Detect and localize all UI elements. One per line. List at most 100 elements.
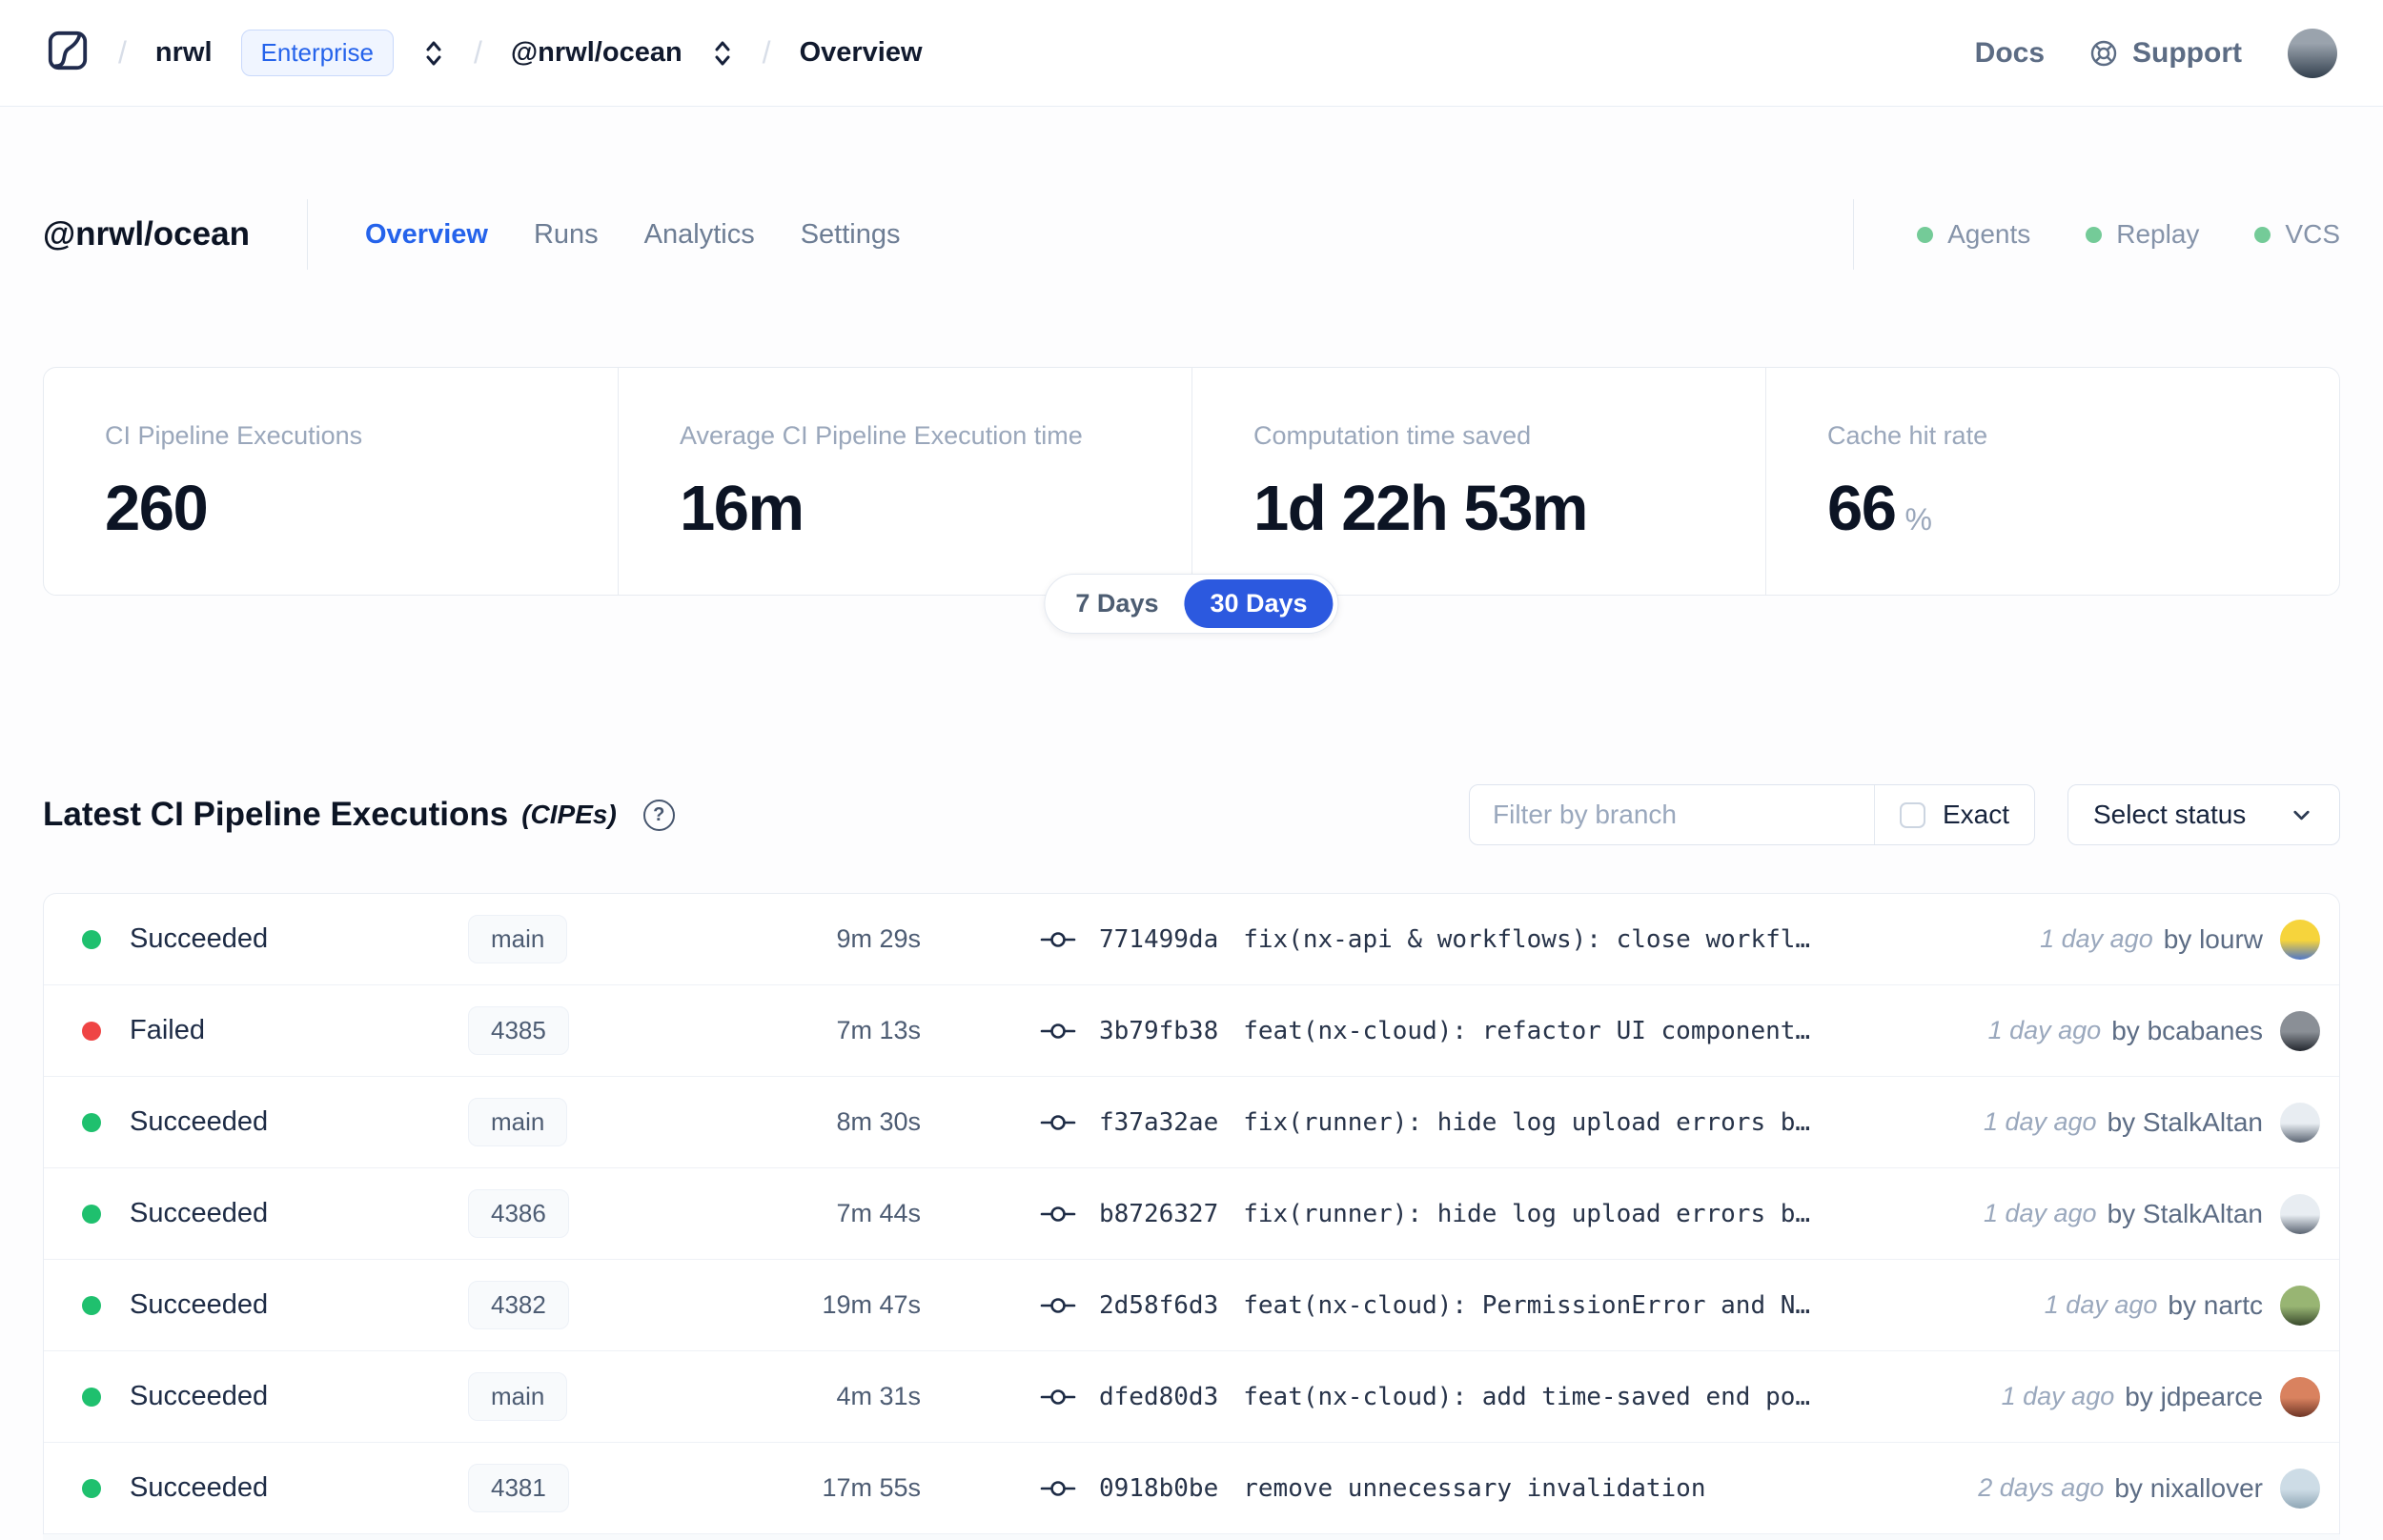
author: by StalkAltan xyxy=(2107,1106,2263,1137)
percent-unit: % xyxy=(1904,502,1932,537)
cipe-row[interactable]: Succeeded main 9m 29s 771499da fix(nx-ap… xyxy=(44,894,2339,985)
cipe-row[interactable]: Failed 4385 7m 13s 3b79fb38 feat(nx-clou… xyxy=(44,985,2339,1077)
user-avatar[interactable] xyxy=(2288,28,2337,78)
cipe-duration: 9m 29s xyxy=(836,924,921,953)
workspace-switcher-button[interactable] xyxy=(711,39,734,68)
author: by StalkAltan xyxy=(2107,1198,2263,1228)
git-commit-icon xyxy=(1040,1388,1076,1405)
status-select[interactable]: Select status xyxy=(2067,784,2340,845)
cipe-commit-cell: 2d58f6d3 feat(nx-cloud): PermissionError… xyxy=(1040,1291,1810,1320)
commit-message: remove unnecessary invalidation xyxy=(1243,1473,1706,1503)
support-link[interactable]: Support xyxy=(2088,37,2242,70)
commit-hash[interactable]: 771499da xyxy=(1099,925,1218,954)
cipe-commit-cell: dfed80d3 feat(nx-cloud): add time-saved … xyxy=(1040,1383,1810,1411)
period-30-days[interactable]: 30 Days xyxy=(1184,579,1334,628)
period-toggle: 7 Days 30 Days xyxy=(1044,574,1339,634)
cipe-duration: 7m 44s xyxy=(836,1199,921,1227)
cipe-row[interactable]: Succeeded 4381 17m 55s 0918b0be remove u… xyxy=(44,1443,2339,1534)
branch-badge[interactable]: main xyxy=(468,1372,568,1421)
author-avatar[interactable] xyxy=(2280,1285,2320,1326)
table-next-row-partial xyxy=(43,1534,2340,1540)
cipe-branch-cell: main xyxy=(468,1372,735,1421)
cipe-duration: 17m 55s xyxy=(822,1473,921,1502)
branch-badge[interactable]: 4381 xyxy=(468,1464,569,1512)
author: by bcabanes xyxy=(2111,1015,2263,1045)
author-avatar[interactable] xyxy=(2280,1376,2320,1417)
breadcrumb-workspace[interactable]: @nrwl/ocean xyxy=(511,37,682,69)
cipe-row[interactable]: Succeeded main 8m 30s f37a32ae fix(runne… xyxy=(44,1077,2339,1168)
help-circle-icon[interactable]: ? xyxy=(642,799,675,831)
status-dot xyxy=(82,929,101,949)
time-ago: 2 days ago xyxy=(1978,1473,2105,1502)
cipe-branch-cell: 4386 xyxy=(468,1189,735,1238)
time-ago: 1 day ago xyxy=(2044,1290,2158,1319)
cipe-row[interactable]: Succeeded 4386 7m 44s b8726327 fix(runne… xyxy=(44,1168,2339,1260)
cipe-meta-cell: 1 day ago by StalkAltan xyxy=(1984,1102,2339,1143)
branch-badge[interactable]: main xyxy=(468,915,568,963)
commit-hash[interactable]: 2d58f6d3 xyxy=(1099,1291,1218,1320)
git-commit-icon xyxy=(1040,1206,1076,1222)
cipe-row[interactable]: Succeeded 4382 19m 47s 2d58f6d3 feat(nx-… xyxy=(44,1260,2339,1351)
time-ago: 1 day ago xyxy=(2001,1382,2115,1410)
stat-cache-hit-rate: Cache hit rate 66% xyxy=(1765,368,2339,595)
author-avatar[interactable] xyxy=(2280,1193,2320,1234)
enterprise-badge: Enterprise xyxy=(240,30,395,76)
commit-hash[interactable]: dfed80d3 xyxy=(1099,1383,1218,1411)
breadcrumb-org[interactable]: nrwl xyxy=(155,37,213,69)
status-dot xyxy=(82,1204,101,1224)
stat-ci-pipeline-executions: CI Pipeline Executions 260 xyxy=(105,421,363,544)
author: by lourw xyxy=(2163,923,2263,954)
navbar-actions: Docs Support xyxy=(1975,28,2337,78)
unfold-icon xyxy=(715,41,730,65)
workspace-header: @nrwl/ocean Overview Runs Analytics Sett… xyxy=(43,191,2340,278)
commit-message: fix(nx-api & workflows): close workfl… xyxy=(1243,924,1811,954)
exact-checkbox[interactable] xyxy=(1899,801,1925,828)
tab-analytics[interactable]: Analytics xyxy=(644,219,755,251)
commit-hash[interactable]: f37a32ae xyxy=(1099,1108,1218,1137)
breadcrumb-page: Overview xyxy=(799,37,923,68)
org-switcher-button[interactable] xyxy=(422,39,445,68)
cipe-meta-cell: 1 day ago by nartc xyxy=(2044,1285,2339,1326)
cipe-status-cell: Failed xyxy=(44,1015,468,1046)
commit-message: fix(runner): hide log upload errors b… xyxy=(1243,1199,1811,1228)
branch-badge[interactable]: main xyxy=(468,1098,568,1146)
tab-overview[interactable]: Overview xyxy=(365,219,488,251)
cipe-duration: 8m 30s xyxy=(836,1107,921,1136)
commit-hash[interactable]: 0918b0be xyxy=(1099,1474,1218,1503)
cipe-status-cell: Succeeded xyxy=(44,1381,468,1412)
cipe-meta-cell: 1 day ago by lourw xyxy=(2040,919,2339,960)
git-commit-icon xyxy=(1040,1114,1076,1130)
git-commit-icon xyxy=(1040,931,1076,947)
tab-runs[interactable]: Runs xyxy=(534,219,599,251)
commit-hash[interactable]: 3b79fb38 xyxy=(1099,1017,1218,1045)
git-commit-icon xyxy=(1040,1480,1076,1496)
author-avatar[interactable] xyxy=(2280,919,2320,960)
tab-settings[interactable]: Settings xyxy=(801,219,901,251)
commit-hash[interactable]: b8726327 xyxy=(1099,1200,1218,1228)
author-avatar[interactable] xyxy=(2280,1102,2320,1143)
cipe-row[interactable]: Succeeded main 4m 31s dfed80d3 feat(nx-c… xyxy=(44,1351,2339,1443)
nx-cloud-logo[interactable] xyxy=(46,29,90,77)
period-7-days[interactable]: 7 Days xyxy=(1049,579,1184,628)
time-ago: 1 day ago xyxy=(1987,1016,2102,1044)
author: by nixallover xyxy=(2114,1472,2263,1503)
cipe-meta-cell: 1 day ago by bcabanes xyxy=(1987,1010,2339,1051)
branch-badge[interactable]: 4385 xyxy=(468,1006,569,1055)
commit-message: feat(nx-cloud): PermissionError and N… xyxy=(1243,1290,1811,1320)
cipe-branch-cell: main xyxy=(468,1098,735,1146)
status-vcs: VCS xyxy=(2254,219,2340,250)
author-avatar[interactable] xyxy=(2280,1010,2320,1051)
cipe-commit-cell: 771499da fix(nx-api & workflows): close … xyxy=(1040,925,1810,954)
breadcrumb-separator: / xyxy=(762,35,771,70)
exact-match-toggle[interactable]: Exact xyxy=(1873,785,2034,844)
lifebuoy-icon xyxy=(2090,40,2117,66)
cipe-branch-cell: 4382 xyxy=(468,1281,735,1329)
author-avatar[interactable] xyxy=(2280,1468,2320,1509)
branch-badge[interactable]: 4386 xyxy=(468,1189,569,1238)
cipe-status-cell: Succeeded xyxy=(44,1289,468,1321)
cipe-status-cell: Succeeded xyxy=(44,1198,468,1229)
docs-link[interactable]: Docs xyxy=(1975,37,2045,70)
branch-filter-input[interactable] xyxy=(1470,785,1874,844)
branch-badge[interactable]: 4382 xyxy=(468,1281,569,1329)
service-status-indicators: Agents Replay VCS xyxy=(1853,199,2340,270)
